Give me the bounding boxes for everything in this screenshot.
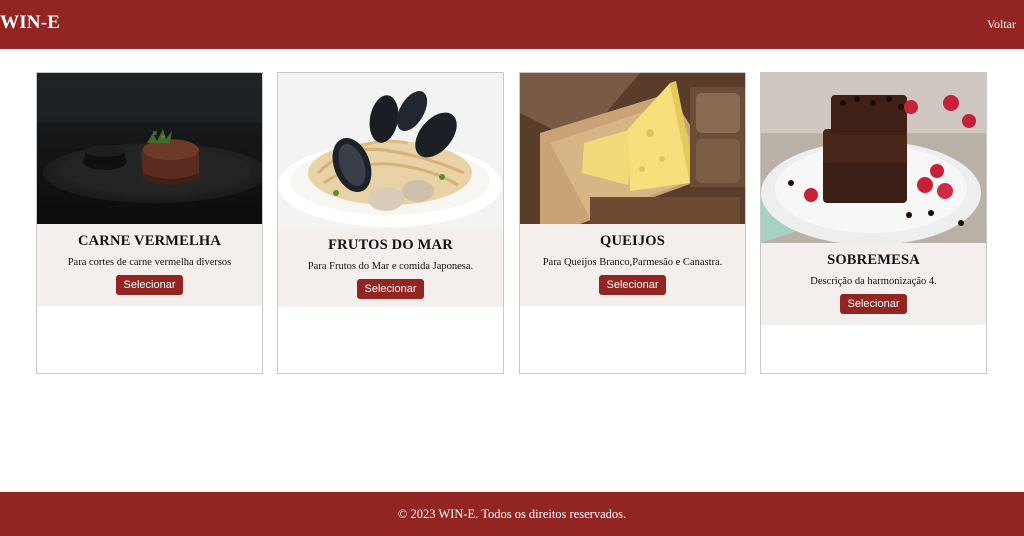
select-button[interactable]: Selecionar xyxy=(115,275,184,295)
card-sobremesa: SOBREMESA Descrição da harmonização 4. S… xyxy=(760,72,987,374)
card-body: QUEIJOS Para Queijos Branco,Parmesão e C… xyxy=(520,224,745,306)
seafood-pasta-photo xyxy=(278,73,503,228)
select-button[interactable]: Selecionar xyxy=(839,294,908,314)
select-button[interactable]: Selecionar xyxy=(356,279,425,299)
card-body: FRUTOS DO MAR Para Frutos do Mar e comid… xyxy=(278,228,503,307)
select-button[interactable]: Selecionar xyxy=(598,275,667,295)
footer: © 2023 WIN-E. Todos os direitos reservad… xyxy=(0,492,1024,536)
card-description: Para Queijos Branco,Parmesão e Canastra. xyxy=(542,257,723,268)
steak-photo xyxy=(37,73,262,224)
card-body: SOBREMESA Descrição da harmonização 4. S… xyxy=(761,243,986,325)
top-header: WIN-E Voltar xyxy=(0,0,1024,49)
card-title: SOBREMESA xyxy=(827,252,920,268)
card-queijos: QUEIJOS Para Queijos Branco,Parmesão e C… xyxy=(519,72,746,374)
card-title: QUEIJOS xyxy=(599,233,666,249)
card-description: Para cortes de carne vermelha diversos xyxy=(67,257,232,268)
back-link[interactable]: Voltar xyxy=(987,17,1016,32)
card-frutos-do-mar: FRUTOS DO MAR Para Frutos do Mar e comid… xyxy=(277,72,504,374)
card-body: CARNE VERMELHA Para cortes de carne verm… xyxy=(37,224,262,306)
card-title: CARNE VERMELHA xyxy=(77,233,222,249)
brownie-photo xyxy=(761,73,986,243)
card-description: Para Frutos do Mar e comida Japonesa. xyxy=(307,261,474,272)
card-title: FRUTOS DO MAR xyxy=(328,237,453,253)
footer-copyright: © 2023 WIN-E. Todos os direitos reservad… xyxy=(397,507,627,521)
card-carne-vermelha: CARNE VERMELHA Para cortes de carne verm… xyxy=(36,72,263,374)
card-description: Descrição da harmonização 4. xyxy=(810,276,937,287)
cheese-board-photo xyxy=(520,73,745,224)
brand-logo[interactable]: WIN-E xyxy=(0,12,60,34)
